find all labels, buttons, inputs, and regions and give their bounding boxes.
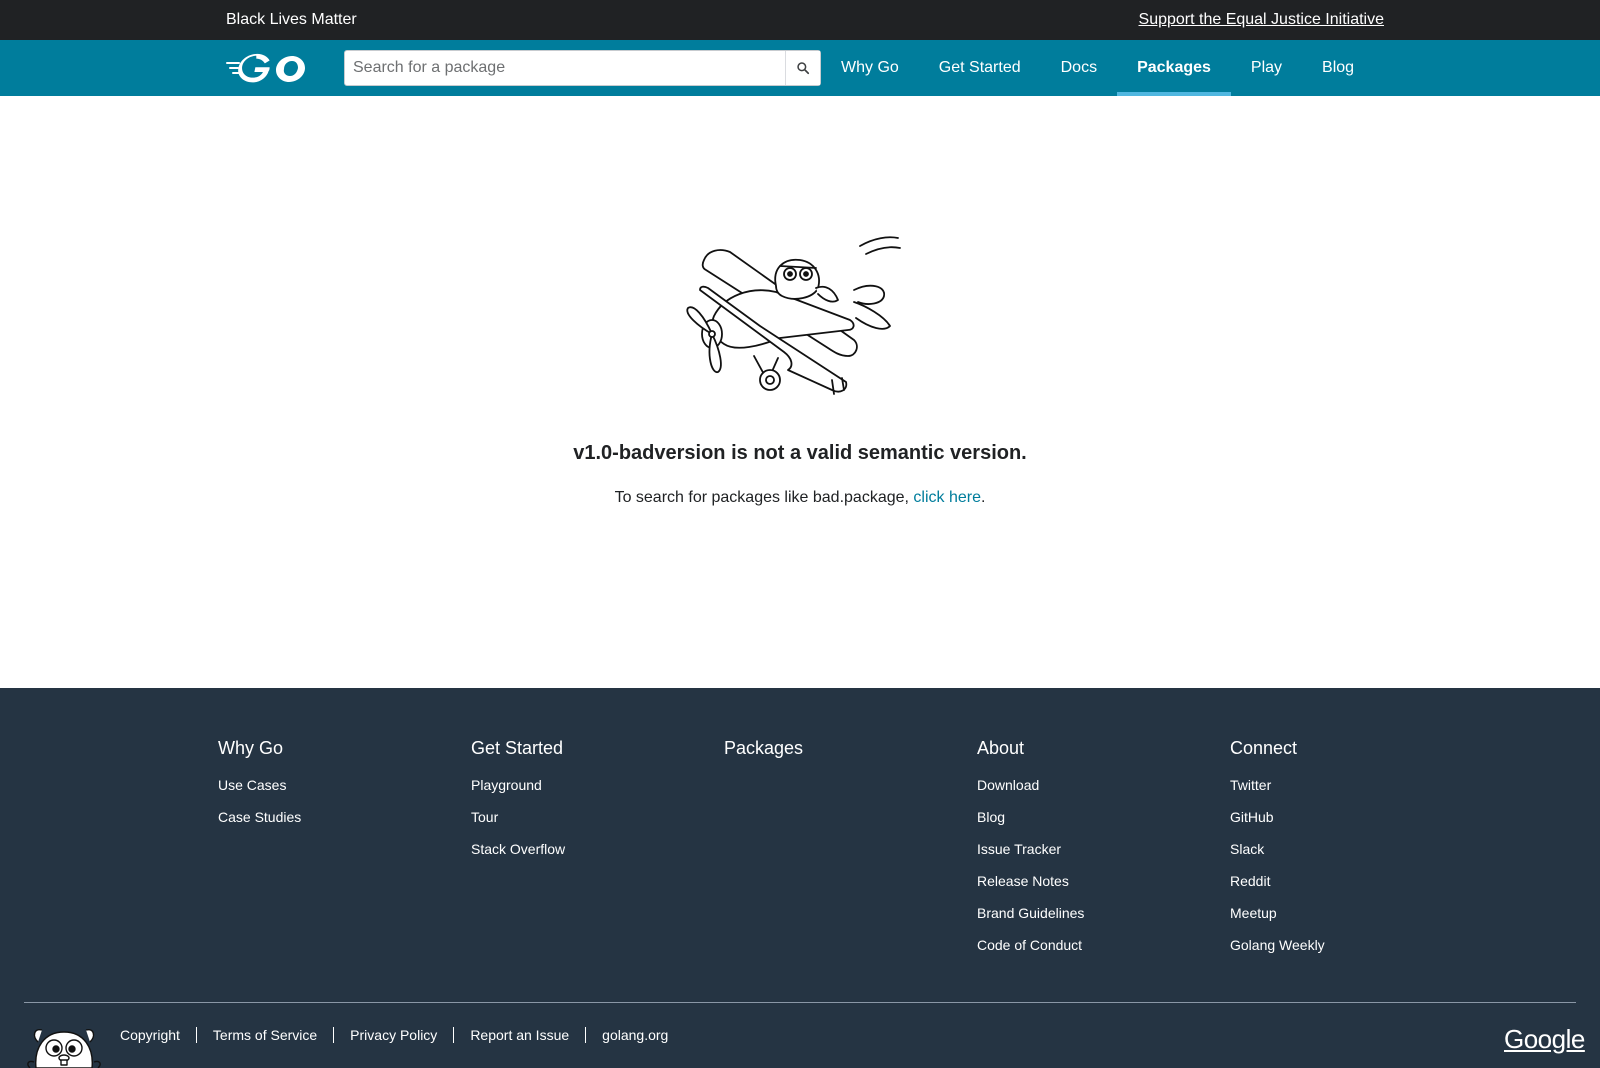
nav-packages[interactable]: Packages	[1117, 40, 1231, 96]
footer-heading: Get Started	[471, 738, 564, 758]
footer-link[interactable]: Release Notes	[977, 873, 1230, 905]
footer-link[interactable]: Case Studies	[218, 809, 471, 841]
banner-link[interactable]: Support the Equal Justice Initiative	[1139, 11, 1384, 29]
footer-copyright-link[interactable]: Copyright	[120, 1027, 196, 1043]
footer-golang-org-link[interactable]: golang.org	[585, 1027, 684, 1043]
google-logo[interactable]: Google	[1504, 1024, 1585, 1055]
footer-link[interactable]: Playground	[471, 777, 724, 809]
footer-heading: Packages	[724, 738, 804, 758]
error-title: v1.0-badversion is not a valid semantic …	[573, 442, 1027, 464]
footer-report-issue-link[interactable]: Report an Issue	[453, 1027, 585, 1043]
footer-link[interactable]: GitHub	[1230, 809, 1483, 841]
footer-link[interactable]: Stack Overflow	[471, 841, 724, 873]
footer-bottom-links: Copyright Terms of Service Privacy Polic…	[120, 1027, 684, 1043]
main-nav: Why Go Get Started Docs Packages Play Bl…	[821, 40, 1374, 96]
footer-link[interactable]: Blog	[977, 809, 1230, 841]
footer-heading: About	[977, 738, 1025, 758]
site-footer: Why Go Use Cases Case Studies Get Starte…	[0, 688, 1600, 1068]
main-content: v1.0-badversion is not a valid semantic …	[0, 96, 1600, 688]
footer-link[interactable]: Download	[977, 777, 1230, 809]
nav-get-started[interactable]: Get Started	[919, 40, 1041, 96]
footer-col-connect: Connect Twitter GitHub Slack Reddit Meet…	[1230, 736, 1483, 969]
footer-col-about: About Download Blog Issue Tracker Releas…	[977, 736, 1230, 969]
nav-why-go[interactable]: Why Go	[821, 40, 919, 96]
footer-heading: Why Go	[218, 738, 284, 758]
footer-privacy-link[interactable]: Privacy Policy	[333, 1027, 453, 1043]
banner-text: Black Lives Matter	[226, 11, 357, 28]
footer-link[interactable]: Code of Conduct	[977, 937, 1230, 969]
nav-play[interactable]: Play	[1231, 40, 1302, 96]
gopher-mascot-icon	[27, 1028, 101, 1068]
footer-terms-link[interactable]: Terms of Service	[195, 1027, 333, 1043]
footer-link[interactable]: Tour	[471, 809, 724, 841]
footer-divider	[24, 1002, 1576, 1003]
error-sub-prefix: To search for packages like bad.package,	[614, 489, 914, 506]
site-header: Why Go Get Started Docs Packages Play Bl…	[0, 40, 1600, 96]
nav-blog[interactable]: Blog	[1302, 40, 1374, 96]
footer-col-why-go: Why Go Use Cases Case Studies	[218, 736, 471, 969]
footer-link[interactable]: Reddit	[1230, 873, 1483, 905]
search-input[interactable]	[345, 51, 785, 85]
footer-heading: Connect	[1230, 738, 1298, 758]
footer-col-get-started: Get Started Playground Tour Stack Overfl…	[471, 736, 724, 969]
error-subtitle: To search for packages like bad.package,…	[0, 489, 1600, 507]
nav-docs[interactable]: Docs	[1041, 40, 1117, 96]
top-banner: Black Lives Matter Support the Equal Jus…	[0, 0, 1600, 40]
footer-link[interactable]: Use Cases	[218, 777, 471, 809]
footer-link[interactable]: Meetup	[1230, 905, 1483, 937]
go-logo-icon	[226, 53, 305, 83]
search-icon	[797, 62, 810, 75]
search-button[interactable]	[785, 51, 820, 85]
search-link[interactable]: click here	[913, 489, 981, 506]
footer-link[interactable]: Twitter	[1230, 777, 1483, 809]
footer-columns: Why Go Use Cases Case Studies Get Starte…	[218, 736, 1483, 969]
go-logo[interactable]	[226, 53, 308, 83]
error-sub-suffix: .	[980, 489, 986, 506]
gopher-airplane-icon	[686, 236, 901, 395]
footer-link[interactable]: Brand Guidelines	[977, 905, 1230, 937]
footer-col-packages: Packages	[724, 736, 977, 969]
footer-link[interactable]: Slack	[1230, 841, 1483, 873]
search-box	[344, 50, 821, 86]
footer-link[interactable]: Issue Tracker	[977, 841, 1230, 873]
footer-link[interactable]: Golang Weekly	[1230, 937, 1483, 969]
